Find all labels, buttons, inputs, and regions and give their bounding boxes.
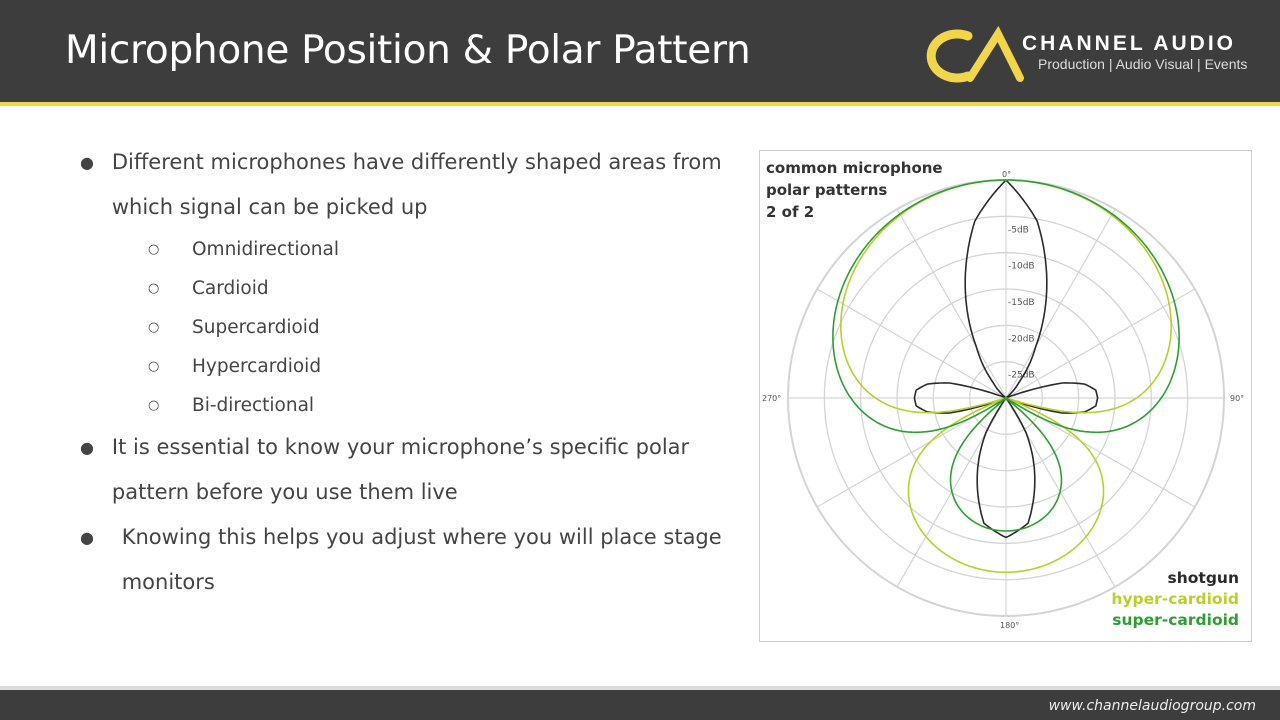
angle-label: 90° <box>1230 394 1244 403</box>
bullet-list: ● Different microphones have differently … <box>80 140 730 605</box>
bullet-item: ● It is essential to know your microphone… <box>80 425 730 515</box>
sub-bullet-text: Supercardioid <box>192 317 320 338</box>
bullet-item: ● Different microphones have differently … <box>80 140 730 230</box>
brand-tagline: Production | Audio Visual | Events <box>1038 56 1248 72</box>
ring-label: -20dB <box>1008 334 1035 344</box>
chart-title-line: polar patterns <box>766 181 888 199</box>
angle-label: 180° <box>1000 621 1019 630</box>
sub-bullet-text: Omnidirectional <box>192 239 339 260</box>
sub-bullet-text: Hypercardioid <box>192 356 322 377</box>
sub-bullet-item: ○ Omnidirectional <box>80 230 730 269</box>
chart-title: common microphone polar patterns 2 of 2 <box>766 157 943 223</box>
slide-footer: www.channelaudiogroup.com <box>0 686 1280 720</box>
bullet-text: Knowing this helps you adjust where you … <box>121 525 722 594</box>
ring-label: -5dB <box>1008 225 1029 235</box>
sub-bullet-item: ○ Supercardioid <box>80 308 730 347</box>
angle-label: 0° <box>1002 170 1011 179</box>
chart-title-line: 2 of 2 <box>766 203 815 221</box>
ring-label: -10dB <box>1008 262 1035 272</box>
legend-shotgun: shotgun <box>1167 569 1239 587</box>
grid-spoke <box>896 208 1007 399</box>
brand-name: CHANNEL AUDIO <box>1022 32 1237 55</box>
sub-bullet-text: Bi-directional <box>192 395 315 416</box>
ring-label: -15dB <box>1008 298 1035 308</box>
sub-bullet-item: ○ Cardioid <box>80 269 730 308</box>
slide-title: Microphone Position & Polar Pattern <box>65 28 751 73</box>
slide-header: Microphone Position & Polar Pattern CHAN… <box>0 0 1280 106</box>
chart-legend: shotgun hyper-cardioid super-cardioid <box>1111 568 1239 631</box>
bullet-text: Different microphones have differently s… <box>111 150 722 219</box>
footer-url: www.channelaudiogroup.com <box>1048 698 1256 714</box>
chart-title-line: common microphone <box>766 159 943 177</box>
grid-spoke <box>816 288 1007 399</box>
polar-pattern-chart: -5dB -10dB -15dB -20dB -25dB 0° 90° 180° 270° co… <box>759 150 1252 642</box>
bullet-text: It is essential to know your microphone’… <box>111 435 690 504</box>
legend-super-cardioid: super-cardioid <box>1112 611 1239 629</box>
angle-label: 270° <box>762 394 781 403</box>
sub-bullet-text: Cardioid <box>192 278 269 299</box>
legend-hyper-cardioid: hyper-cardioid <box>1111 590 1239 608</box>
bullet-item: ● Knowing this helps you adjust where you… <box>80 515 730 605</box>
sub-bullet-item: ○ Bi-directional <box>80 386 730 425</box>
sub-bullet-item: ○ Hypercardioid <box>80 347 730 386</box>
